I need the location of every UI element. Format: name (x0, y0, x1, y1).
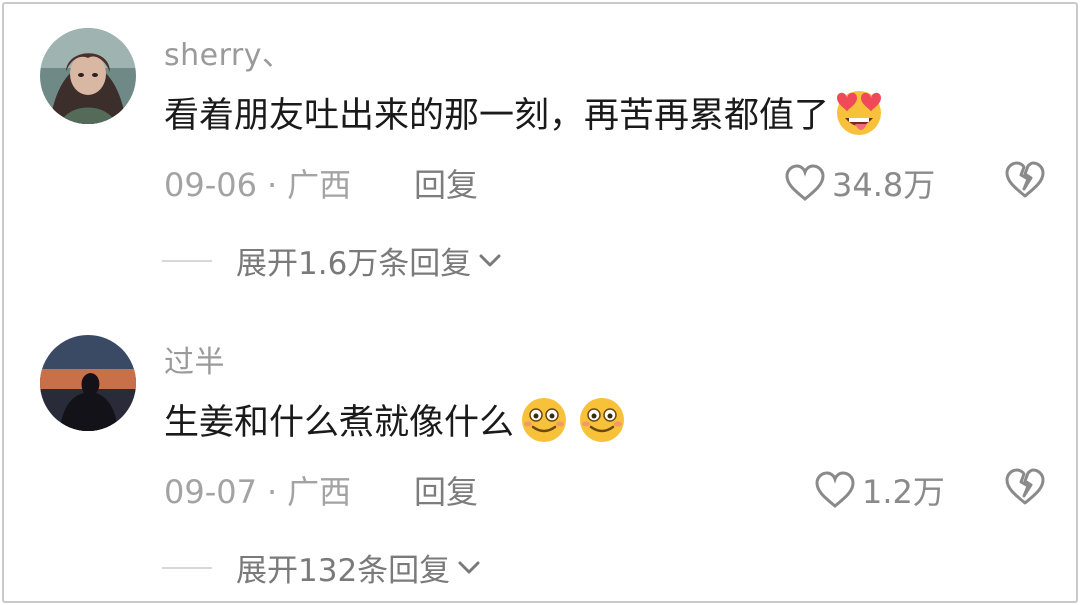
comment-panel: sherry、 看着朋友吐出来的那一刻，再苦再累都值了 09-06 · 广西 回复 (2, 2, 1078, 603)
comment-meta: 09-07 · 广西 (164, 467, 351, 513)
smile-emoji-icon (574, 393, 630, 445)
divider-line (162, 259, 212, 262)
separator: · (266, 166, 278, 204)
expand-replies[interactable]: 展开1.6万条回复 (162, 238, 501, 283)
comment-body: 看着朋友吐出来的那一刻，再苦再累都值了 (164, 95, 830, 136)
like-count: 1.2万 (862, 473, 945, 511)
heart-outline-icon (785, 164, 825, 201)
like-count: 34.8万 (832, 166, 936, 204)
separator: · (266, 473, 278, 511)
comment-text: 看着朋友吐出来的那一刻，再苦再累都值了 (164, 86, 887, 138)
comment-text: 生姜和什么煮就像什么 (164, 393, 630, 445)
avatar[interactable] (40, 335, 136, 431)
expand-replies-label: 展开132条回复 (236, 553, 451, 589)
broken-heart-icon (1005, 468, 1045, 505)
divider-line (162, 566, 212, 569)
username[interactable]: 过半 (164, 337, 225, 381)
expand-replies-label: 展开1.6万条回复 (236, 246, 472, 282)
chevron-down-icon (458, 561, 480, 573)
comment-location: 广西 (287, 166, 352, 204)
username[interactable]: sherry、 (164, 30, 293, 74)
reply-button[interactable]: 回复 (414, 160, 478, 206)
expand-replies[interactable]: 展开132条回复 (162, 545, 480, 590)
dislike-button[interactable] (1004, 161, 1046, 203)
avatar[interactable] (40, 28, 136, 124)
comment-location: 广西 (287, 473, 352, 511)
like-button[interactable]: 1.2万 (814, 467, 945, 513)
smile-emoji-icon (516, 393, 572, 445)
comment-meta: 09-06 · 广西 (164, 160, 351, 206)
chevron-down-icon (479, 254, 501, 266)
dislike-button[interactable] (1004, 468, 1046, 510)
comment-date: 09-06 (164, 166, 257, 204)
reply-button[interactable]: 回复 (414, 467, 478, 513)
comment-body: 生姜和什么煮就像什么 (164, 402, 515, 443)
heart-eyes-tongue-emoji-icon (831, 86, 887, 138)
comment-date: 09-07 (164, 473, 257, 511)
like-button[interactable]: 34.8万 (784, 160, 935, 206)
broken-heart-icon (1005, 161, 1045, 198)
heart-outline-icon (815, 471, 855, 508)
